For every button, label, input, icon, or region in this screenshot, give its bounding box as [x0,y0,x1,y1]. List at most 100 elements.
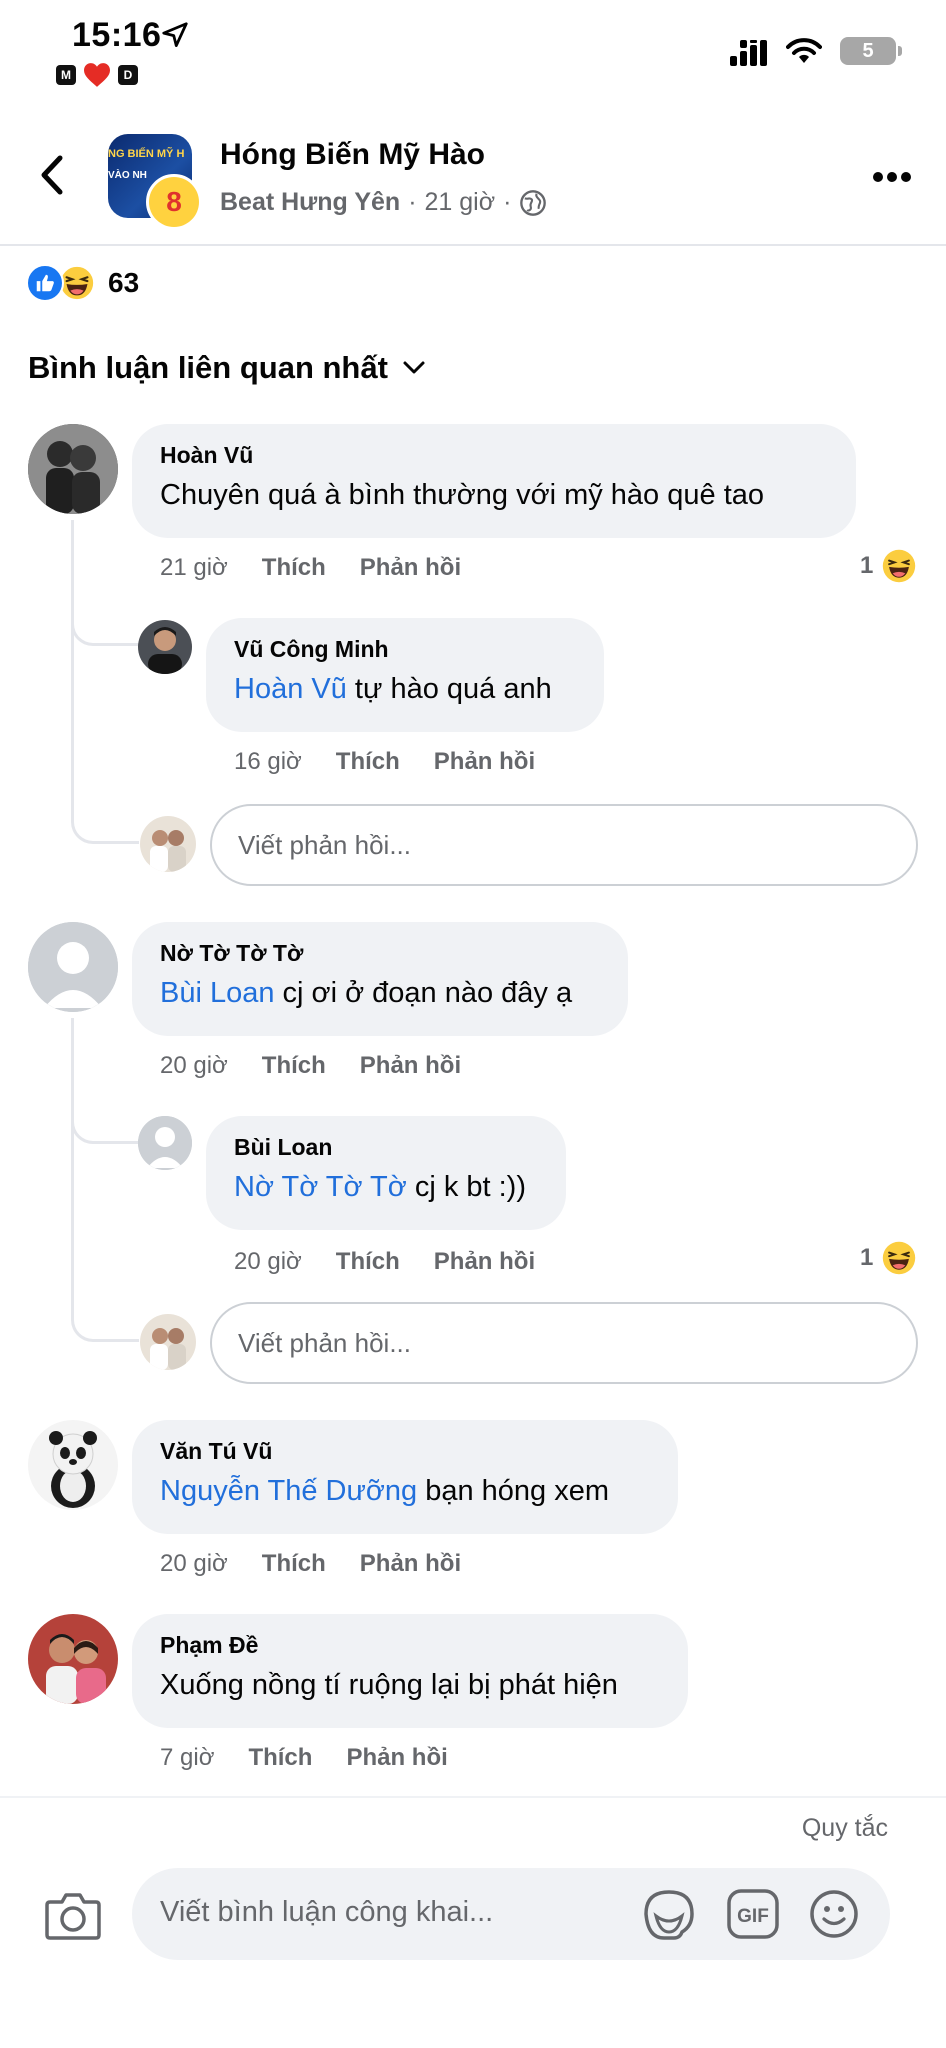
like-button[interactable]: Thích [336,748,400,776]
avatar[interactable] [28,1614,118,1704]
post-time: 21 giờ [424,188,496,216]
comment-time: 20 giờ [160,1052,228,1079]
avatar[interactable] [28,922,118,1012]
page-avatar-text: NG BIẾN MỸ H [108,148,185,160]
comment-reactions[interactable]: 1 [860,1240,917,1276]
comment-text: Hoàn Vũ tự hào quá anh [234,673,576,706]
post-source[interactable]: Beat Hưng Yên [220,188,400,217]
comment-bubble[interactable]: Phạm Đề Xuống nồng tí ruộng lại bị phát … [132,1614,688,1728]
mention-link[interactable]: Bùi Loan [160,977,275,1009]
like-button[interactable]: Thích [262,1550,326,1578]
page-title[interactable]: Hóng Biến Mỹ Hào [220,138,485,172]
comment-bubble[interactable]: Văn Tú Vũ Nguyễn Thế Dưỡng bạn hóng xem [132,1420,678,1534]
comment-text: Nguyễn Thế Dưỡng bạn hóng xem [160,1475,650,1508]
gif-label: GIF [737,1906,769,1927]
mention-link[interactable]: Nguyễn Thế Dưỡng [160,1475,417,1507]
reply-input[interactable]: Viết phản hồi... [210,1302,918,1384]
post-reactions[interactable]: 63 [26,264,139,302]
community-rules-link[interactable]: Quy tắc [802,1814,888,1843]
comment-reactions[interactable]: 1 [860,548,917,584]
haha-reaction-icon [883,549,916,583]
status-time: 15:16 [72,16,162,54]
battery-tip [898,46,902,56]
thread-connector [71,1280,139,1342]
avatar[interactable] [28,424,118,514]
location-arrow-icon [162,22,188,47]
notification-badges: M D [56,62,138,88]
reply-button[interactable]: Phản hồi [346,1744,447,1772]
badge-d: D [118,65,138,85]
reply-button[interactable]: Phản hồi [434,1248,535,1276]
thread-line [71,520,74,788]
meta-separator: · [503,188,512,216]
comment-author[interactable]: Bùi Loan [234,1134,538,1161]
comment-composer: Quy tắc Viết bình luận công khai... GIF [0,1796,946,2048]
badge-m: M [56,65,76,85]
thread-connector [71,780,139,844]
wifi-icon [786,38,822,63]
like-button[interactable]: Thích [262,1052,326,1080]
comment-author[interactable]: Vũ Công Minh [234,636,576,663]
comment-actions: 20 giờ Thích Phản hồi [160,1550,461,1578]
page-badge: 8 [146,174,202,230]
reply-bubble[interactable]: Bùi Loan Nờ Tờ Tờ Tờ cj k bt :)) [206,1116,566,1230]
avatar[interactable] [138,620,192,674]
like-button[interactable]: Thích [336,1248,400,1276]
gif-icon[interactable]: GIF [726,1888,780,1940]
post-meta: Beat Hưng Yên · 21 giờ · [220,188,547,217]
comment-author[interactable]: Nờ Tờ Tờ Tờ [160,940,600,967]
comment-text-body: cj k bt :)) [406,1171,526,1203]
comment-reaction-count: 1 [860,1244,874,1271]
sort-label: Bình luận liên quan nhất [28,350,388,385]
reply-bubble[interactable]: Vũ Công Minh Hoàn Vũ tự hào quá anh [206,618,604,732]
reply-button[interactable]: Phản hồi [434,748,535,776]
avatar[interactable] [138,1116,192,1170]
comment-text: Xuống nồng tí ruộng lại bị phát hiện [160,1669,618,1701]
like-button[interactable]: Thích [262,554,326,582]
comment-text-body: bạn hóng xem [417,1475,610,1507]
comment-text: Nờ Tờ Tờ Tờ cj k bt :)) [234,1171,538,1204]
comment-bubble[interactable]: Nờ Tờ Tờ Tờ Bùi Loan cj ơi ở đoạn nào đâ… [132,922,628,1036]
more-options-icon[interactable] [872,170,912,184]
cellular-signal-icon [730,40,767,66]
comment-text: Chuyên quá à bình thường với mỹ hào quê … [160,479,765,511]
chevron-down-icon [403,361,425,374]
camera-icon[interactable] [44,1890,102,1942]
globe-icon [520,189,547,216]
thread-connector [71,1090,139,1144]
reply-input[interactable]: Viết phản hồi... [210,804,918,886]
comment-sort-dropdown[interactable]: Bình luận liên quan nhất [28,350,426,386]
comment-text-body: cj ơi ở đoạn nào đây ạ [274,977,573,1009]
reply-button[interactable]: Phản hồi [360,1550,461,1578]
comment-author[interactable]: Hoàn Vũ [160,442,828,469]
comment-bubble[interactable]: Hoàn Vũ Chuyên quá à bình thường với mỹ … [132,424,856,538]
comment-actions: 16 giờ Thích Phản hồi [234,748,535,776]
avatar [140,816,196,872]
thread-line [71,1018,74,1286]
mention-link[interactable]: Nờ Tờ Tờ Tờ [234,1171,407,1203]
comment-time: 20 giờ [160,1550,228,1577]
comment-author[interactable]: Phạm Đề [160,1632,660,1659]
emoji-icon[interactable] [808,1888,860,1940]
like-reaction-icon [26,264,64,302]
reply-button[interactable]: Phản hồi [360,554,461,582]
avatar[interactable] [28,1420,118,1510]
comment-reaction-count: 1 [860,552,874,579]
comment-author[interactable]: Văn Tú Vũ [160,1438,650,1465]
sticker-icon[interactable] [640,1886,698,1944]
comment-actions: 20 giờ Thích Phản hồi [234,1248,535,1276]
like-button[interactable]: Thích [248,1744,312,1772]
back-arrow-icon[interactable] [36,150,72,200]
reply-button[interactable]: Phản hồi [360,1052,461,1080]
reaction-count: 63 [108,267,140,298]
status-bar: 15:16 M D 5 [0,0,946,110]
comment-input[interactable]: Viết bình luận công khai... GIF [132,1868,890,1960]
comment-text: Bùi Loan cj ơi ở đoạn nào đây ạ [160,977,600,1010]
mention-link[interactable]: Hoàn Vũ [234,673,347,705]
comment-actions: 20 giờ Thích Phản hồi [160,1052,461,1080]
comment-time: 7 giờ [160,1744,215,1771]
page-badge-logo: 8 [149,177,199,227]
thread-connector [71,590,139,646]
meta-separator: · [408,188,417,216]
comment-actions: 7 giờ Thích Phản hồi [160,1744,448,1772]
